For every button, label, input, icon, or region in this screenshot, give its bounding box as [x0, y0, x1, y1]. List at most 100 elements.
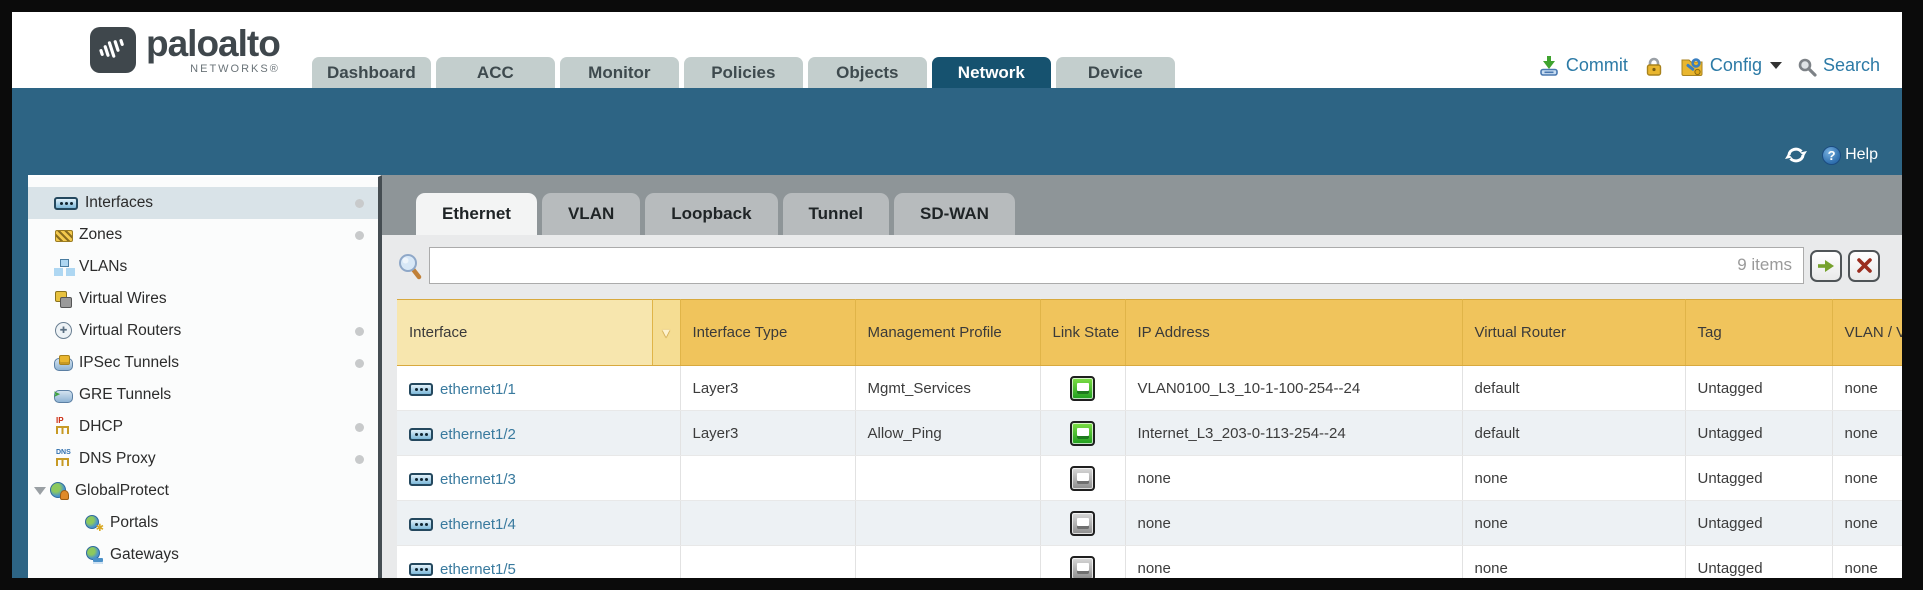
tab-policies[interactable]: Policies — [684, 57, 803, 88]
panos-app: paloalto NETWORKS® Dashboard ACC Monitor… — [12, 12, 1902, 578]
sidebar-item-ipsec-tunnels[interactable]: IPSec Tunnels — [28, 347, 378, 379]
tab-ethernet[interactable]: Ethernet — [416, 193, 537, 235]
ipsec-tunnels-icon — [54, 354, 72, 372]
sidebar-item-clipped[interactable] — [28, 571, 378, 578]
tab-tunnel[interactable]: Tunnel — [783, 193, 889, 235]
commit-button[interactable]: Commit — [1538, 55, 1628, 77]
ethernet-content: 9 items — [382, 235, 1902, 578]
dhcp-icon: IP — [54, 418, 72, 436]
top-actions: Commit Config — [1538, 55, 1902, 88]
search-button[interactable]: Search — [1797, 55, 1880, 76]
table-row[interactable]: ethernet1/1 Layer3 Mgmt_Services VLAN010… — [397, 366, 1902, 411]
interface-link[interactable]: ethernet1/1 — [409, 381, 516, 398]
sidebar-item-dns-proxy[interactable]: DNS DNS Proxy — [28, 443, 378, 475]
sidebar-item-dhcp[interactable]: IP DHCP — [28, 411, 378, 443]
column-header-interface-type[interactable]: Interface Type — [680, 300, 855, 366]
config-label: Config — [1710, 55, 1762, 76]
dns-proxy-icon: DNS — [54, 450, 72, 468]
item-dot — [355, 199, 364, 208]
help-icon: ? — [1822, 146, 1841, 165]
interface-icon — [409, 473, 433, 486]
sidebar-item-gre-tunnels[interactable]: GRE Tunnels — [28, 379, 378, 411]
help-label: Help — [1845, 146, 1878, 164]
search-icon — [1797, 55, 1817, 76]
tab-sdwan[interactable]: SD-WAN — [894, 193, 1015, 235]
column-header-virtual-router[interactable]: Virtual Router — [1462, 300, 1685, 366]
tab-loopback[interactable]: Loopback — [645, 193, 777, 235]
interface-type-tabs: Ethernet VLAN Loopback Tunnel SD-WAN — [382, 175, 1902, 235]
column-header-interface[interactable]: Interface — [397, 300, 652, 366]
link-state-up-icon — [1070, 421, 1095, 446]
item-dot — [355, 359, 364, 368]
interface-icon — [409, 383, 433, 396]
table-row[interactable]: ethernet1/3 none none Untagged none — [397, 456, 1902, 501]
brand-networks: NETWORKS® — [190, 63, 280, 75]
clear-filter-button[interactable] — [1848, 250, 1880, 282]
sidebar-item-virtual-wires[interactable]: Virtual Wires — [28, 283, 378, 315]
apply-filter-button[interactable] — [1810, 250, 1842, 282]
collapse-triangle-icon[interactable] — [34, 487, 46, 495]
paloalto-logo-icon — [90, 27, 136, 73]
tab-device[interactable]: Device — [1056, 57, 1175, 88]
filter-row: 9 items — [397, 247, 1880, 284]
interface-link[interactable]: ethernet1/2 — [409, 426, 516, 443]
tab-network[interactable]: Network — [932, 57, 1051, 88]
globalprotect-icon — [50, 482, 68, 500]
sidebar-item-globalprotect[interactable]: GlobalProtect — [28, 475, 378, 507]
item-dot — [355, 327, 364, 336]
interface-link[interactable]: ethernet1/5 — [409, 561, 516, 578]
item-dot — [355, 231, 364, 240]
interface-link[interactable]: ethernet1/4 — [409, 516, 516, 533]
tab-vlan[interactable]: VLAN — [542, 193, 640, 235]
table-row[interactable]: ethernet1/4 none none Untagged none — [397, 501, 1902, 546]
sidebar-item-zones[interactable]: Zones — [28, 219, 378, 251]
config-button[interactable]: Config — [1680, 55, 1782, 77]
refresh-icon[interactable] — [1784, 145, 1808, 165]
column-header-management-profile[interactable]: Management Profile — [855, 300, 1040, 366]
search-label: Search — [1823, 55, 1880, 76]
commit-icon — [1538, 55, 1560, 77]
table-row[interactable]: ethernet1/2 Layer3 Allow_Ping Internet_L… — [397, 411, 1902, 456]
config-icon — [1680, 55, 1704, 77]
commit-label: Commit — [1566, 55, 1628, 76]
paloalto-logo-text: paloalto NETWORKS® — [146, 26, 280, 75]
network-sidebar: Interfaces Zones VLANs Virtual Wires Vir… — [28, 175, 382, 578]
virtual-wires-icon — [54, 290, 72, 308]
column-header-vlan-wire[interactable]: VLAN / Virtual Wire — [1832, 300, 1902, 366]
filter-magnifier-icon — [397, 252, 423, 280]
filter-input[interactable] — [429, 247, 1804, 284]
interfaces-table: Interface ▼ Interface Type Management Pr… — [397, 299, 1902, 578]
column-header-link-state[interactable]: Link State — [1040, 300, 1125, 366]
tab-acc[interactable]: ACC — [436, 57, 555, 88]
link-state-down-icon — [1070, 466, 1095, 491]
lock-icon[interactable] — [1643, 55, 1665, 77]
tab-objects[interactable]: Objects — [808, 57, 927, 88]
item-dot — [355, 423, 364, 432]
body-region: Interfaces Zones VLANs Virtual Wires Vir… — [12, 175, 1902, 578]
paloalto-logo: paloalto NETWORKS® — [90, 26, 280, 75]
tab-dashboard[interactable]: Dashboard — [312, 57, 431, 88]
table-row[interactable]: ethernet1/5 none none Untagged none — [397, 546, 1902, 579]
column-header-tag[interactable]: Tag — [1685, 300, 1832, 366]
column-sort-dropdown[interactable]: ▼ — [652, 300, 680, 366]
link-state-down-icon — [1070, 556, 1095, 579]
vlans-icon — [54, 258, 72, 276]
column-header-ip-address[interactable]: IP Address — [1125, 300, 1462, 366]
interface-icon — [409, 428, 433, 441]
sidebar-item-portals[interactable]: Portals — [28, 507, 378, 539]
sidebar-item-vlans[interactable]: VLANs — [28, 251, 378, 283]
sidebar-item-virtual-routers[interactable]: Virtual Routers — [28, 315, 378, 347]
portals-icon — [85, 514, 103, 532]
interface-icon — [409, 563, 433, 576]
interface-link[interactable]: ethernet1/3 — [409, 471, 516, 488]
sidebar-item-gateways[interactable]: Gateways — [28, 539, 378, 571]
context-bar: ? Help — [12, 88, 1902, 175]
tab-monitor[interactable]: Monitor — [560, 57, 679, 88]
brand-name: paloalto — [146, 26, 280, 62]
sidebar-item-interfaces[interactable]: Interfaces — [28, 187, 378, 219]
help-button[interactable]: ? Help — [1822, 146, 1878, 165]
help-row: ? Help — [1784, 145, 1878, 165]
gateways-icon — [85, 546, 103, 564]
link-state-down-icon — [1070, 511, 1095, 536]
interface-icon — [409, 518, 433, 531]
